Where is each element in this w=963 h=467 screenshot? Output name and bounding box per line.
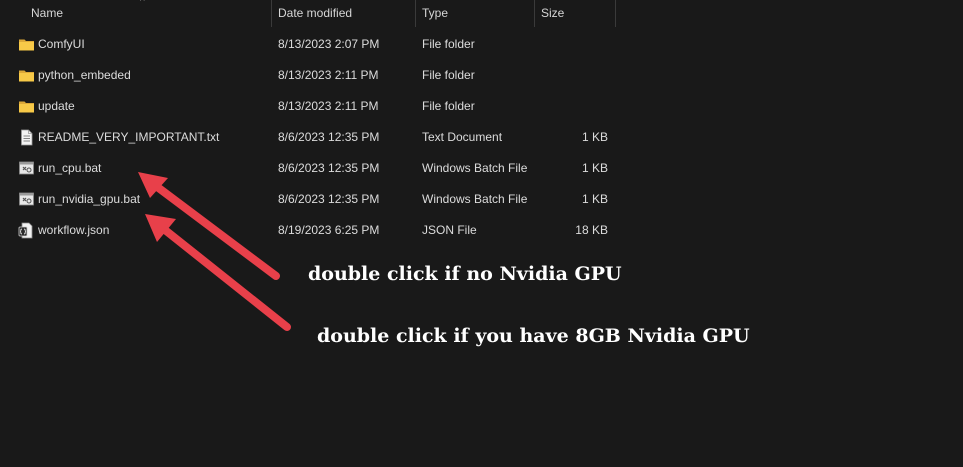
annotation-arrows bbox=[138, 172, 291, 331]
annotation-nvidia-gpu: double click if you have 8GB Nvidia GPU bbox=[317, 325, 750, 347]
annotation-no-gpu: double click if no Nvidia GPU bbox=[308, 263, 622, 285]
